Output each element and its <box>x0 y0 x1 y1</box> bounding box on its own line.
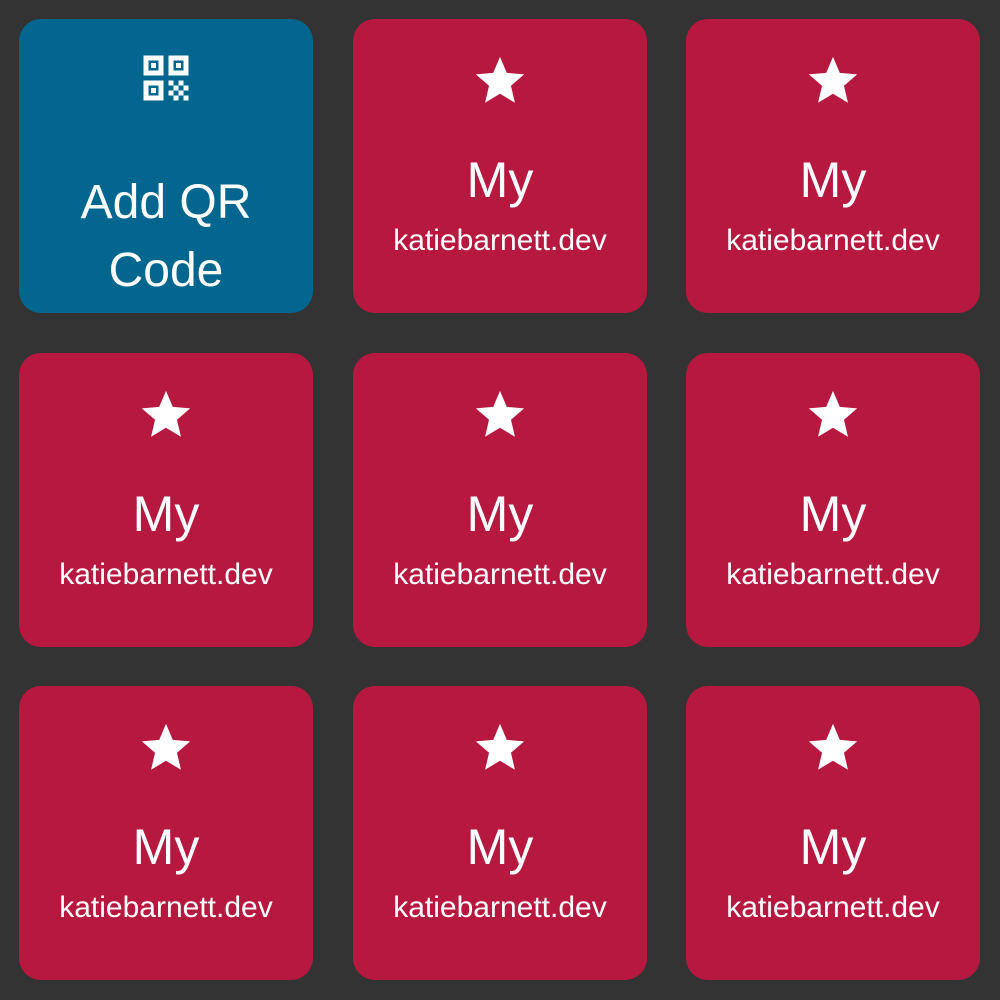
qr-code-subtitle: katiebarnett.dev <box>726 891 940 924</box>
qr-code-title: My <box>799 152 867 208</box>
star-icon <box>475 56 525 103</box>
star-icon <box>808 723 858 770</box>
qr-code-title: My <box>466 152 534 208</box>
star-icon <box>808 56 858 103</box>
star-icon <box>808 390 858 437</box>
qr-code-subtitle: katiebarnett.dev <box>393 558 607 591</box>
qr-code-tile[interactable]: My katiebarnett.dev <box>353 353 647 647</box>
qr-code-subtitle: katiebarnett.dev <box>726 224 940 257</box>
qr-code-grid: Add QR Code My katiebarnett.dev My katie… <box>0 0 1000 1000</box>
qr-code-title: My <box>466 486 534 542</box>
qr-code-tile[interactable]: My katiebarnett.dev <box>353 686 647 980</box>
qr-code-tile[interactable]: My katiebarnett.dev <box>686 19 980 313</box>
qr-code-tile[interactable]: My katiebarnett.dev <box>19 353 313 647</box>
qr-code-title: My <box>132 486 200 542</box>
qr-code-subtitle: katiebarnett.dev <box>393 224 607 257</box>
qr-code-tile[interactable]: My katiebarnett.dev <box>686 686 980 980</box>
qr-code-subtitle: katiebarnett.dev <box>726 558 940 591</box>
qr-code-title: My <box>132 819 200 875</box>
qr-code-icon <box>143 55 189 101</box>
star-icon <box>475 390 525 437</box>
qr-code-subtitle: katiebarnett.dev <box>59 558 273 591</box>
qr-code-title: My <box>466 819 534 875</box>
qr-code-title: My <box>799 486 867 542</box>
qr-code-tile[interactable]: My katiebarnett.dev <box>19 686 313 980</box>
star-icon <box>475 723 525 770</box>
qr-code-tile[interactable]: My katiebarnett.dev <box>686 353 980 647</box>
qr-code-tile[interactable]: My katiebarnett.dev <box>353 19 647 313</box>
star-icon <box>141 390 191 437</box>
star-icon <box>141 723 191 770</box>
qr-code-subtitle: katiebarnett.dev <box>59 891 273 924</box>
qr-code-subtitle: katiebarnett.dev <box>393 891 607 924</box>
add-qr-code-label: Add QR Code <box>80 176 252 297</box>
qr-code-title: My <box>799 819 867 875</box>
add-qr-code-button[interactable]: Add QR Code <box>19 19 313 313</box>
